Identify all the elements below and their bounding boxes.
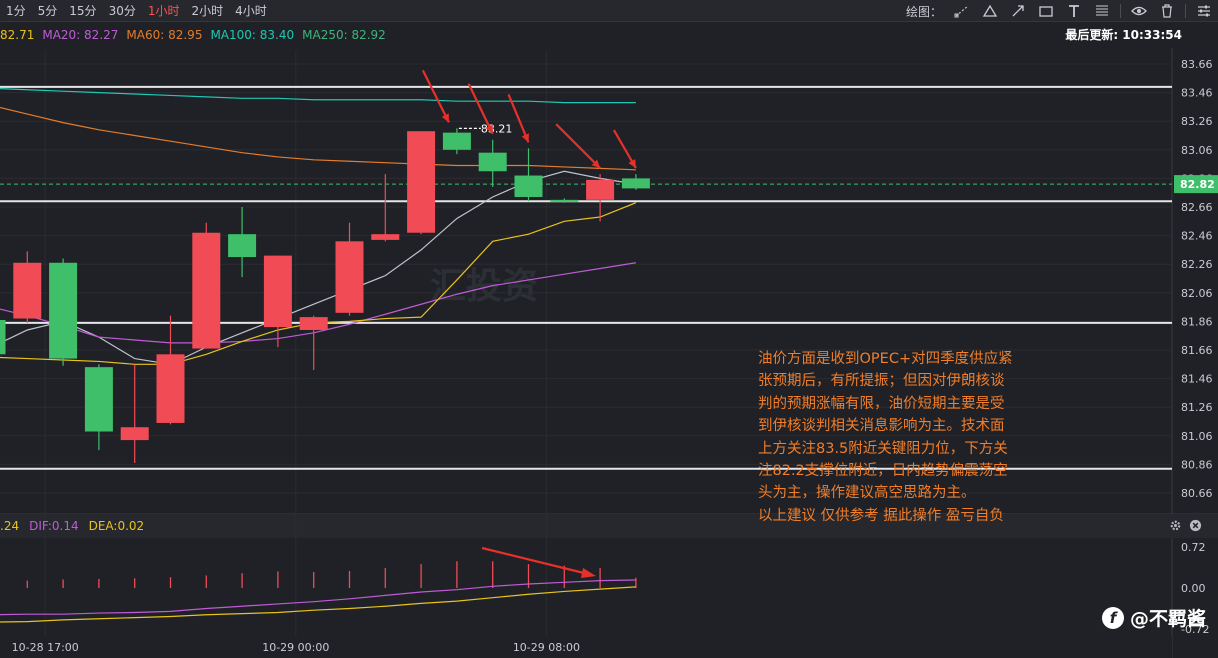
ma-legend-item: MA20: 82.27	[42, 28, 119, 42]
candle-body	[621, 178, 650, 189]
candle-body	[550, 199, 579, 202]
candle-body	[228, 234, 257, 258]
macd-annotation-arrow	[481, 546, 589, 576]
logo-text: @不羁酱	[1129, 608, 1206, 630]
ma-legend-item: MA60: 82.95	[126, 28, 203, 42]
macd-pane-controls	[1168, 517, 1202, 533]
toolbar-divider	[1120, 4, 1121, 18]
price-tick-label: 83.46	[1181, 87, 1213, 100]
time-tick-label: 10-29 08:00	[513, 641, 580, 654]
candle-body	[49, 262, 78, 359]
price-tick-label: 82.46	[1181, 230, 1213, 243]
eye-icon[interactable]	[1125, 0, 1153, 22]
macd-legend-item: DEA:0.02	[88, 519, 145, 533]
price-tick-label: 80.66	[1181, 487, 1213, 500]
toolbar: 1分 5分 15分 30分 1小时 2小时 4小时 绘图：	[0, 0, 1218, 22]
macd-legend-item: .24	[0, 519, 20, 533]
macd-legend-item: DIF:0.14	[29, 519, 79, 533]
timeframe-tab[interactable]: 30分	[103, 2, 142, 19]
timeframe-tab[interactable]: 5分	[32, 2, 64, 19]
macd-tick-label: 0.72	[1181, 541, 1206, 554]
time-axis-bg	[0, 636, 1172, 658]
annotation-line: 以上建议 仅供参考 据此操作 盈亏自负	[758, 507, 1004, 524]
text-tool-icon[interactable]	[1060, 0, 1088, 22]
timeframe-tab[interactable]: 4小时	[229, 2, 273, 19]
annotation-line: 注82.2支撑位附近，日内趋势偏震荡空	[758, 463, 1008, 480]
price-tick-label: 83.06	[1181, 144, 1213, 157]
candle-body	[120, 427, 149, 441]
time-tick-label: 10-28 17:00	[12, 641, 79, 654]
annotation-line: 上方关注83.5附近关键阻力位，下方关	[758, 440, 1008, 457]
annotation-line: 油价方面是收到OPEC+对四季度供应紧	[758, 351, 1013, 367]
candle-body	[442, 132, 471, 150]
candle-body	[335, 241, 364, 313]
price-tick-label: 82.26	[1181, 258, 1213, 271]
price-tick-label: 82.66	[1181, 201, 1213, 214]
price-tick-label: 83.26	[1181, 115, 1213, 128]
candle-body	[263, 255, 292, 328]
toolbar-divider	[1185, 4, 1186, 18]
ma-legend: 82.71 MA20: 82.27 MA60: 82.95 MA100: 83.40 M…	[0, 24, 1218, 46]
ma-legend-item: 82.71	[0, 28, 35, 42]
chart-svg[interactable]: 汇投资83.2183.6683.4683.2683.0682.8682.6682…	[0, 0, 1218, 658]
settings-sliders-icon[interactable]	[1190, 0, 1218, 22]
fibonacci-tool-icon[interactable]	[1088, 0, 1116, 22]
rectangle-tool-icon[interactable]	[1032, 0, 1060, 22]
candle-body	[514, 175, 543, 197]
price-tick-label: 81.46	[1181, 373, 1213, 386]
candle-body	[192, 232, 221, 349]
candle-body	[478, 152, 507, 172]
candle-body	[371, 234, 400, 240]
last-update: 最后更新: 10:33:54	[1065, 28, 1182, 42]
price-tick-label: 81.06	[1181, 430, 1213, 443]
candle-body	[0, 319, 6, 355]
price-tick-label: 82.06	[1181, 287, 1213, 300]
annotation-line: 到伊核谈判相关消息影响为主。技术面	[758, 418, 1005, 435]
macd-dea-line	[0, 586, 636, 623]
ma-legend-item: MA250: 82.92	[302, 28, 386, 42]
triangle-tool-icon[interactable]	[976, 0, 1004, 22]
line-tool-icon[interactable]	[948, 0, 976, 22]
trash-icon[interactable]	[1153, 0, 1181, 22]
candle-body	[299, 317, 328, 330]
analysis-annotation: 油价方面是收到OPEC+对四季度供应紧 张预期后，有所提振；但因对伊朗核谈 判的预期…	[758, 348, 1048, 527]
candle-body	[407, 131, 436, 233]
candle-body	[156, 354, 185, 423]
draw-label: 绘图：	[905, 4, 942, 19]
candle-body	[13, 262, 42, 319]
price-tick-label: 81.66	[1181, 344, 1213, 357]
price-tick-label: 81.26	[1181, 401, 1213, 414]
current-price-label: 82.82	[1180, 178, 1215, 191]
annotation-line: 张预期后，有所提振；但因对伊朗核谈	[758, 373, 1005, 390]
arrow-tool-icon[interactable]	[1004, 0, 1032, 22]
candle-body	[586, 179, 615, 200]
draw-tools: 绘图：	[906, 0, 1218, 22]
macd-tick-label: 0.00	[1181, 582, 1206, 595]
price-tick-label: 83.66	[1181, 58, 1213, 71]
timeframe-tab[interactable]: 2小时	[185, 2, 229, 19]
annotation-line: 判的预期涨幅有限，油价短期主要是受	[758, 395, 1005, 412]
macd-annotation-arrow-head	[581, 568, 596, 578]
high-price-label: 83.21	[481, 122, 513, 135]
timeframe-tab[interactable]: 1小时	[142, 2, 186, 19]
close-icon[interactable]	[1188, 517, 1202, 533]
watermark: 汇投资	[430, 266, 538, 307]
price-tick-label: 81.86	[1181, 315, 1213, 328]
timeframe-tab[interactable]: 1分	[0, 2, 32, 19]
candle-body	[84, 367, 113, 432]
timeframe-tab[interactable]: 15分	[63, 2, 102, 19]
author-logo: f @不羁酱	[1101, 604, 1206, 631]
brand-f-icon: f	[1101, 606, 1124, 629]
price-tick-label: 80.86	[1181, 458, 1213, 471]
ma-legend-item: MA100: 83.40	[210, 28, 295, 42]
gear-icon[interactable]	[1168, 517, 1182, 533]
time-tick-label: 10-29 00:00	[262, 641, 329, 654]
timeframe-tabs: 1分 5分 15分 30分 1小时 2小时 4小时	[0, 2, 273, 19]
annotation-line: 头为主，操作建议高空思路为主。	[758, 485, 976, 502]
